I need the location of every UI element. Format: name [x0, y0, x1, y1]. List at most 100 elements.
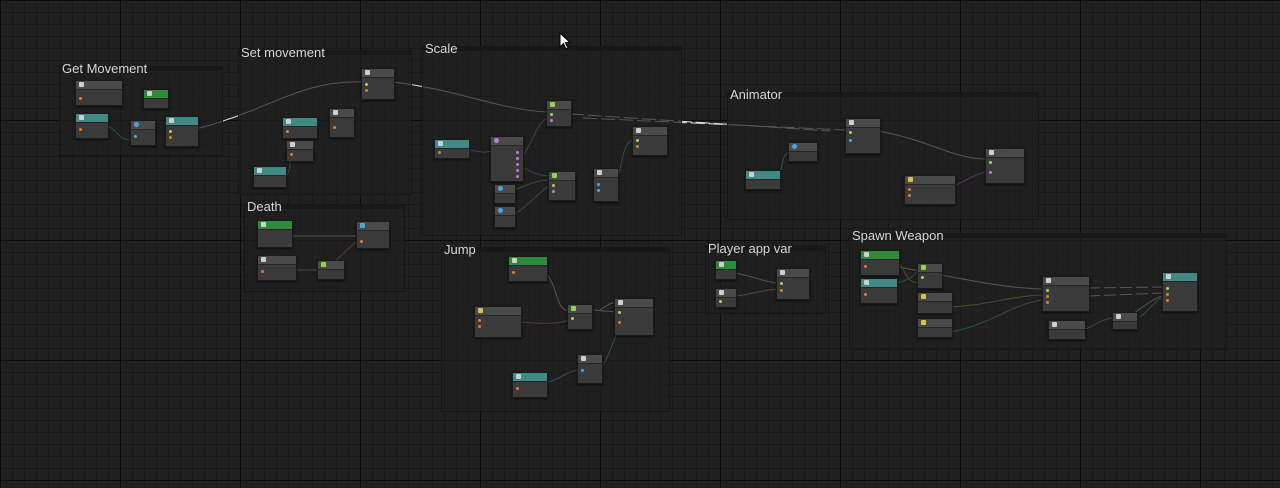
node-icon: [498, 186, 503, 191]
node[interactable]: [75, 80, 123, 106]
node-icon: [261, 222, 266, 227]
node[interactable]: [1048, 320, 1086, 340]
node-icon: [286, 119, 291, 124]
node[interactable]: [917, 318, 953, 338]
node-icon: [571, 306, 576, 311]
gamepad-icon: [864, 252, 869, 257]
node-icon: [989, 150, 994, 155]
node[interactable]: [632, 126, 668, 156]
group-title: Animator: [730, 87, 783, 102]
node[interactable]: [490, 136, 524, 182]
node[interactable]: [434, 139, 470, 159]
node-icon: [1052, 322, 1057, 327]
node-icon: [360, 223, 365, 228]
gamepad-icon: [512, 258, 517, 263]
node[interactable]: [257, 255, 297, 281]
graph-canvas[interactable]: Get Movement Set movement Scale Animator…: [0, 0, 1280, 488]
checkmark-icon: [719, 262, 724, 267]
node[interactable]: [1162, 272, 1198, 312]
node[interactable]: [329, 108, 355, 138]
group-title: Get Movement: [62, 61, 148, 76]
node-icon: [864, 280, 869, 285]
node[interactable]: [1112, 312, 1138, 330]
node[interactable]: [1042, 276, 1090, 312]
node-icon: [321, 262, 326, 267]
node[interactable]: [845, 118, 881, 154]
node[interactable]: [745, 170, 781, 190]
node[interactable]: [508, 256, 548, 282]
node-icon: [494, 138, 499, 143]
node[interactable]: [356, 221, 390, 249]
node[interactable]: [361, 68, 395, 100]
node-icon: [597, 170, 602, 175]
node[interactable]: [917, 263, 943, 289]
node[interactable]: [286, 140, 314, 162]
node-icon: [636, 128, 641, 133]
document-icon: [1046, 278, 1051, 283]
gamepad-icon: [147, 91, 152, 96]
node[interactable]: [494, 206, 516, 228]
node[interactable]: [577, 354, 603, 384]
node-icon: [498, 208, 503, 213]
group-title: Player app var: [708, 241, 792, 256]
node[interactable]: [715, 288, 737, 308]
node[interactable]: [860, 278, 898, 304]
node[interactable]: [985, 148, 1025, 184]
node-icon: [792, 144, 797, 149]
node[interactable]: [860, 250, 900, 276]
node[interactable]: [917, 292, 953, 314]
node-icon: [719, 290, 724, 295]
mouse-pointer-icon: [559, 32, 571, 50]
node-icon: [478, 308, 483, 313]
node[interactable]: [257, 220, 293, 248]
node[interactable]: [546, 100, 572, 127]
node-icon: [908, 177, 913, 182]
node-icon: [365, 70, 370, 75]
node-icon: [333, 110, 338, 115]
node[interactable]: [904, 175, 956, 205]
node-icon: [290, 142, 295, 147]
node[interactable]: [788, 142, 818, 162]
node[interactable]: [165, 116, 199, 147]
node-icon: [1166, 274, 1171, 279]
node-icon: [516, 374, 521, 379]
group-title: Jump: [444, 242, 476, 257]
node-icon: [581, 356, 586, 361]
node-icon: [921, 320, 926, 325]
group-title: Death: [247, 199, 282, 214]
node-icon: [257, 168, 262, 173]
node-icon: [552, 173, 557, 178]
node-icon: [550, 102, 555, 107]
node[interactable]: [614, 298, 654, 336]
node[interactable]: [512, 372, 548, 398]
node-icon: [169, 118, 174, 123]
node[interactable]: [282, 117, 318, 139]
node-icon: [780, 270, 785, 275]
node-icon: [1116, 314, 1121, 319]
node-icon: [618, 300, 623, 305]
node[interactable]: [130, 120, 156, 146]
node-icon: [921, 265, 926, 270]
node-icon: [849, 120, 854, 125]
group-title: Spawn Weapon: [852, 228, 944, 243]
node[interactable]: [474, 306, 522, 338]
node[interactable]: [593, 168, 619, 202]
node[interactable]: [75, 113, 109, 139]
node[interactable]: [776, 268, 810, 300]
node[interactable]: [317, 260, 345, 280]
node[interactable]: [494, 184, 516, 204]
node[interactable]: [143, 89, 169, 109]
node-icon: [921, 294, 926, 299]
node[interactable]: [715, 260, 737, 280]
node-icon: [749, 172, 754, 177]
node-icon: [438, 141, 443, 146]
node[interactable]: [548, 171, 576, 201]
group-title: Set movement: [241, 45, 325, 60]
node-icon: [79, 82, 84, 87]
group-title: Scale: [425, 41, 458, 56]
node-icon: [79, 115, 84, 120]
node[interactable]: [253, 166, 287, 188]
node-icon: [134, 122, 139, 127]
node[interactable]: [567, 304, 593, 330]
node-icon: [261, 257, 266, 262]
